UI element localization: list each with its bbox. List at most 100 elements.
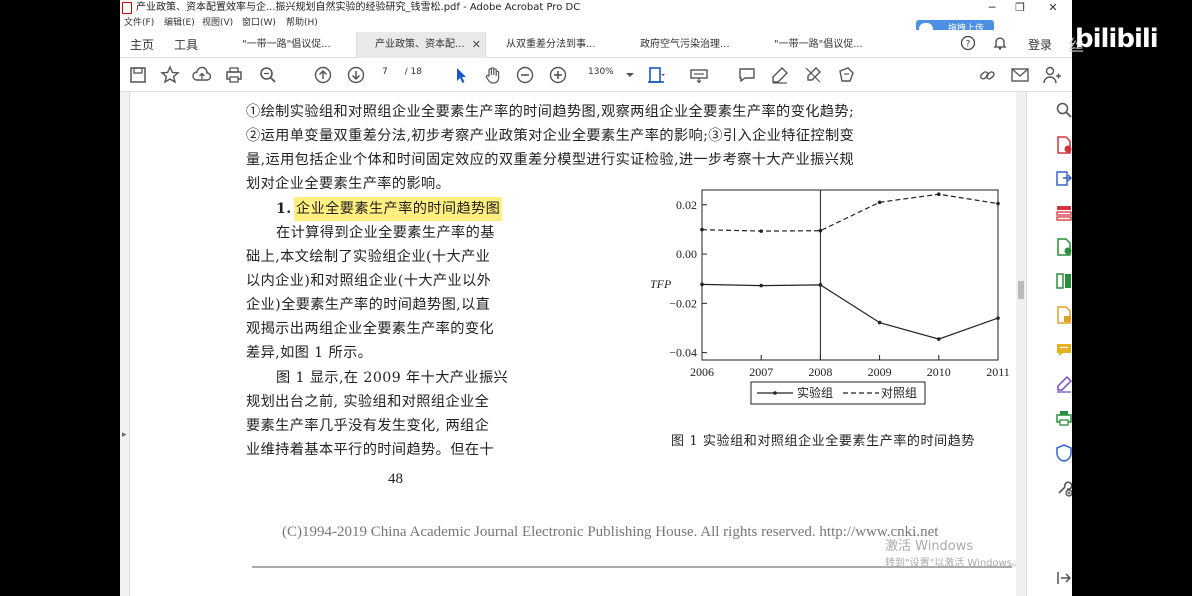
protect-shield-icon[interactable]: [1055, 444, 1072, 462]
print-icon[interactable]: [224, 65, 244, 85]
comment-icon[interactable]: [737, 65, 757, 85]
bilibili-logo: bilibili: [1075, 24, 1159, 54]
zoom-in-icon[interactable]: [548, 65, 568, 85]
tab-tools[interactable]: 工具: [174, 32, 198, 58]
x-tick-label: 2007: [749, 365, 773, 379]
series-line-2: [701, 193, 999, 232]
zoom-dropdown-icon[interactable]: [620, 65, 640, 85]
y-tick-label: 0.00: [676, 247, 697, 261]
tab-bar: 主页 工具 "一带一路"倡议促... 产业政策、资本配... ✕ 从双重差分法到…: [120, 30, 1072, 58]
page-number: 48: [388, 471, 403, 487]
page-total: / 18: [404, 67, 422, 77]
para1-line-2: 础上,本文绘制了实验组企业(十大产业: [246, 249, 491, 265]
para1-line-4: 企业)全要素生产率的时间趋势图,以直: [246, 297, 491, 313]
tab-close-icon[interactable]: ✕: [472, 32, 481, 58]
hand-tool-icon[interactable]: [483, 65, 503, 85]
fill-sign-icon[interactable]: [1055, 306, 1072, 324]
chart-frame: [701, 189, 999, 361]
login-link[interactable]: 登录: [1028, 32, 1052, 58]
collapse-panel-icon[interactable]: [1055, 569, 1072, 587]
minimize-button[interactable]: ─: [977, 0, 1007, 16]
y-tick-label: 0.02: [676, 198, 697, 212]
tab-doc-2[interactable]: 产业政策、资本配... ✕: [356, 32, 486, 58]
menu-file[interactable]: 文件(F): [124, 16, 154, 30]
data-point: [818, 228, 823, 233]
data-point: [700, 282, 704, 287]
link-icon[interactable]: [977, 65, 997, 85]
data-point: [996, 201, 1000, 206]
more-tools-icon[interactable]: [1055, 479, 1072, 497]
organize-pages-icon[interactable]: [1055, 204, 1072, 222]
window-title: 产业政策、资本配置效率与企...振兴规划自然实验的经验研究_钱雪松.pdf - …: [136, 2, 581, 13]
create-pdf-icon[interactable]: [1055, 170, 1072, 188]
maximize-button[interactable]: ❐: [1005, 0, 1035, 16]
page-up-icon[interactable]: [313, 65, 333, 85]
x-tick-label: 2009: [868, 365, 892, 379]
page-down-icon[interactable]: [346, 65, 366, 85]
edit-pdf-icon[interactable]: [1055, 238, 1072, 256]
y-tick-label: −0.02: [669, 296, 697, 310]
data-point: [877, 320, 882, 325]
bell-icon[interactable]: [992, 34, 1008, 60]
tab-doc-3[interactable]: 从双重差分法到事...: [488, 32, 618, 58]
keyboard-icon[interactable]: [689, 65, 709, 85]
tfp-trend-chart: 0.02 0.00 −0.02 −0.04 2006 2007 2008 2009 2010 20…: [650, 189, 1010, 405]
page-current-input[interactable]: 7: [382, 67, 388, 77]
menu-help[interactable]: 帮助(H): [286, 16, 318, 30]
close-button[interactable]: ✕: [1038, 0, 1068, 16]
section-heading: 企业全要素生产率的时间趋势图: [294, 197, 503, 221]
x-tick-label: 2006: [690, 365, 714, 379]
scrollbar-thumb[interactable]: [1018, 281, 1024, 299]
stamp-edit-icon[interactable]: [836, 65, 856, 85]
sign-pen-panel-icon[interactable]: [1055, 375, 1072, 393]
zoom-level[interactable]: 130%: [588, 67, 614, 77]
help-icon[interactable]: ?: [960, 34, 976, 60]
comment-panel-icon[interactable]: [1055, 341, 1072, 359]
para2-line-1: 图 1 显示,在 2009 年十大产业振兴: [276, 370, 509, 386]
tab-doc-5[interactable]: "一带一路"倡议促...: [756, 32, 886, 58]
save-icon[interactable]: [128, 65, 148, 85]
para1-line-1: 在计算得到企业全要素生产率的基: [276, 225, 495, 241]
menu-view[interactable]: 视图(V): [202, 16, 233, 30]
menu-window[interactable]: 窗口(W): [242, 16, 276, 30]
add-user-icon[interactable]: [1042, 65, 1062, 85]
sign-pen-icon[interactable]: [803, 65, 823, 85]
body-line-2: ②运用单变量双重差分法,初步考察产业政策对企业全要素生产率的影响;③引入企业特征…: [246, 128, 855, 144]
email-icon[interactable]: [1010, 65, 1030, 85]
highlight-pen-icon[interactable]: [770, 65, 790, 85]
para2-line-2: 规划出台之前, 实验组和对照组企业全: [246, 394, 490, 410]
cloud-upload-icon[interactable]: [192, 65, 212, 85]
y-axis-label: TFP: [650, 277, 672, 291]
copyright-footer: (C)1994-2019 China Academic Journal Elec…: [282, 524, 939, 540]
x-tick-label: 2010: [927, 365, 951, 379]
x-tick-label: 2008: [808, 365, 832, 379]
tab-doc-4[interactable]: 政府空气污染治理...: [622, 32, 752, 58]
tab-doc-1[interactable]: "一带一路"倡议促...: [224, 32, 354, 58]
export-pdf-icon[interactable]: [1055, 136, 1072, 154]
body-line-3: 量,运用包括企业个体和时间固定效应的双重差分模型进行实证检验,进一步考察十大产业…: [246, 152, 854, 168]
data-point: [937, 337, 941, 341]
expand-left-icon[interactable]: ▸: [122, 430, 127, 440]
zoom-search-icon[interactable]: [258, 65, 278, 85]
activate-windows-subtitle: 转到"设置"以激活 Windows。: [885, 558, 1023, 569]
star-icon[interactable]: [160, 65, 180, 85]
vertical-scrollbar[interactable]: [1016, 92, 1026, 596]
print-production-icon[interactable]: [1055, 409, 1072, 427]
tab-home[interactable]: 主页: [130, 32, 154, 58]
para2-line-3: 要素生产率几乎没有发生变化, 两组企: [246, 418, 490, 434]
x-tick-label: 2011: [986, 365, 1010, 379]
para2-line-4: 业维持着基本平行的时间趋势。但在十: [246, 442, 494, 458]
select-cursor-icon[interactable]: [451, 65, 471, 85]
series-line-1: [701, 283, 999, 340]
acrobat-window: 产业政策、资本配置效率与企...振兴规划自然实验的经验研究_钱雪松.pdf - …: [120, 0, 1072, 596]
menu-edit[interactable]: 编辑(E): [164, 16, 195, 30]
svg-text:?: ?: [966, 40, 971, 50]
para1-line-3: 以内企业)和对照组企业(十大产业以外: [246, 273, 492, 289]
left-panel-toggle[interactable]: ▸: [120, 92, 130, 596]
page-display-icon[interactable]: [646, 65, 666, 85]
para1-line-5: 观揭示出两组企业全要素生产率的变化: [246, 321, 494, 337]
zoom-search-panel-icon[interactable]: [1055, 101, 1072, 119]
compare-files-icon[interactable]: [1055, 272, 1072, 290]
page-indicator[interactable]: 7 / 18: [382, 67, 422, 77]
zoom-out-icon[interactable]: [515, 65, 535, 85]
